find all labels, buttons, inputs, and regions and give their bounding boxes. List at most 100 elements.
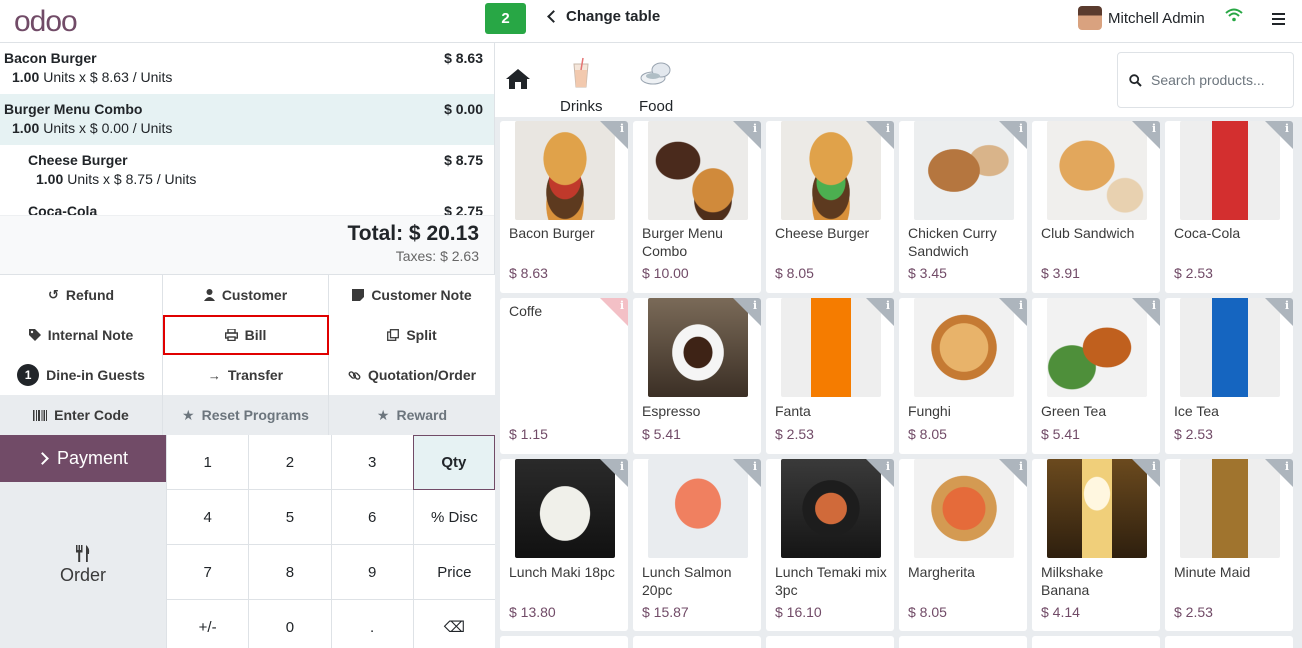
numpad-key-6[interactable]: 6	[330, 490, 413, 545]
star-icon: ★	[182, 406, 195, 423]
numpad-key-1[interactable]: 1	[166, 435, 249, 490]
numpad-key-plus-minus[interactable]: +/-	[166, 600, 249, 648]
numpad-key-7[interactable]: 7	[166, 545, 249, 600]
product-card[interactable]	[1165, 636, 1293, 648]
search-box[interactable]	[1117, 52, 1294, 108]
product-card[interactable]: i Burger Menu Combo $ 10.00	[633, 121, 761, 293]
info-icon[interactable]: i	[753, 122, 757, 135]
user-name: Mitchell Admin	[1108, 9, 1205, 27]
cutlery-icon	[76, 544, 90, 562]
refund-button[interactable]: ↺ Refund	[0, 275, 163, 315]
order-total: Total: $ 20.13	[347, 222, 480, 245]
product-card[interactable]: i Ice Tea $ 2.53	[1165, 298, 1293, 454]
table-number-badge[interactable]: 2	[485, 3, 526, 34]
avatar	[1078, 6, 1102, 30]
arrow-right-icon: →	[207, 367, 221, 383]
drink-icon	[573, 57, 589, 88]
info-icon[interactable]: i	[1285, 122, 1289, 135]
product-card[interactable]: i Bacon Burger $ 8.63	[500, 121, 628, 293]
numpad-key-5[interactable]: 5	[248, 490, 331, 545]
order-line[interactable]: Coca-Cola $ 2.75	[0, 196, 494, 215]
numpad-key-3[interactable]: 3	[330, 435, 413, 490]
customer-button[interactable]: Customer	[163, 275, 329, 315]
product-card[interactable]: i Lunch Maki 18pc $ 13.80	[500, 459, 628, 631]
product-card[interactable]: i Funghi $ 8.05	[899, 298, 1027, 454]
undo-icon: ↺	[47, 287, 59, 302]
product-card[interactable]: i Coca-Cola $ 2.53	[1165, 121, 1293, 293]
info-icon[interactable]: i	[886, 299, 890, 312]
numpad-key-4[interactable]: 4	[166, 490, 249, 545]
info-icon[interactable]: i	[886, 460, 890, 473]
product-card[interactable]: i Lunch Salmon 20pc $ 15.87	[633, 459, 761, 631]
numpad-key-0[interactable]: 0	[248, 600, 331, 648]
order-lines[interactable]: Bacon Burger $ 8.63 1.00 Units x $ 8.63 /…	[0, 43, 494, 215]
numpad-key-8[interactable]: 8	[248, 545, 331, 600]
numpad-key-decimal[interactable]: .	[330, 600, 413, 648]
user-icon	[203, 289, 215, 301]
product-card[interactable]: i Club Sandwich $ 3.91	[1032, 121, 1160, 293]
order-line[interactable]: Burger Menu Combo $ 0.00 1.00 Units x $ 0…	[0, 94, 494, 145]
payment-area: Payment Order 1 2 3 Qty 4 5 6 % Disc 7 8…	[0, 435, 495, 648]
info-icon[interactable]: i	[886, 122, 890, 135]
product-card[interactable]: i Chicken Curry Sandwich $ 3.45	[899, 121, 1027, 293]
info-icon[interactable]: i	[620, 122, 624, 135]
order-taxes: Taxes: $ 2.63	[395, 248, 479, 264]
home-icon[interactable]	[505, 68, 531, 90]
category-drinks[interactable]: Drinks	[560, 56, 603, 115]
numpad-mode-qty[interactable]: Qty	[412, 435, 495, 490]
info-icon[interactable]: i	[1152, 299, 1156, 312]
wifi-icon	[1225, 8, 1243, 22]
enter-code-button[interactable]: Enter Code	[0, 395, 163, 435]
change-table-button[interactable]: Change table	[545, 8, 660, 25]
product-panel: Drinks Food i Bacon Burger $ 8.63 i Burg…	[495, 43, 1302, 648]
product-card[interactable]: i Lunch Temaki mix 3pc $ 16.10	[766, 459, 894, 631]
product-card[interactable]	[766, 636, 894, 648]
numpad-mode-price[interactable]: Price	[412, 545, 495, 600]
info-icon[interactable]: i	[1285, 299, 1289, 312]
numpad-key-9[interactable]: 9	[330, 545, 413, 600]
product-card[interactable]: i Fanta $ 2.53	[766, 298, 894, 454]
product-card[interactable]	[633, 636, 761, 648]
transfer-button[interactable]: → Transfer	[163, 355, 329, 395]
backspace-icon[interactable]: ⌫	[412, 600, 495, 648]
chevron-right-icon	[36, 452, 49, 465]
info-icon[interactable]: i	[1019, 460, 1023, 473]
internal-note-button[interactable]: Internal Note	[0, 315, 163, 355]
info-icon[interactable]: i	[753, 299, 757, 312]
product-card[interactable]: i Green Tea $ 5.41	[1032, 298, 1160, 454]
info-icon[interactable]: i	[1019, 299, 1023, 312]
customer-note-button[interactable]: Customer Note	[329, 275, 495, 315]
quotation-order-button[interactable]: Quotation/Order	[329, 355, 495, 395]
category-food[interactable]: Food	[639, 56, 673, 115]
order-line[interactable]: Bacon Burger $ 8.63 1.00 Units x $ 8.63 /…	[0, 43, 494, 94]
product-card[interactable]	[1032, 636, 1160, 648]
note-icon	[352, 289, 365, 301]
info-icon[interactable]: i	[620, 460, 624, 473]
hamburger-menu-icon[interactable]	[1272, 13, 1285, 28]
split-button[interactable]: Split	[329, 315, 495, 355]
info-icon[interactable]: i	[1152, 460, 1156, 473]
payment-button[interactable]: Payment	[0, 435, 166, 482]
product-card[interactable]: i Milkshake Banana $ 4.14	[1032, 459, 1160, 631]
reward-button[interactable]: ★ Reward	[329, 395, 495, 435]
product-card[interactable]: i Cheese Burger $ 8.05	[766, 121, 894, 293]
info-icon[interactable]: i	[1285, 460, 1289, 473]
dine-in-guests-button[interactable]: 1 Dine-in Guests	[0, 355, 163, 395]
order-button[interactable]: Order	[0, 482, 166, 648]
bill-button[interactable]: Bill	[163, 315, 329, 355]
info-icon[interactable]: i	[753, 460, 757, 473]
info-icon[interactable]: i	[1152, 122, 1156, 135]
search-input[interactable]	[1151, 72, 1281, 88]
product-card[interactable]: i Espresso $ 5.41	[633, 298, 761, 454]
product-card[interactable]: i Margherita $ 8.05	[899, 459, 1027, 631]
product-card[interactable]: i Coffe $ 1.15	[500, 298, 628, 454]
product-card[interactable]	[899, 636, 1027, 648]
info-icon[interactable]: i	[1019, 122, 1023, 135]
user-menu[interactable]: Mitchell Admin	[1078, 6, 1205, 30]
reset-programs-button[interactable]: ★ Reset Programs	[163, 395, 329, 435]
numpad-mode-disc[interactable]: % Disc	[412, 490, 495, 545]
order-line[interactable]: Cheese Burger $ 8.75 1.00 Units x $ 8.75 …	[0, 145, 494, 196]
numpad-key-2[interactable]: 2	[248, 435, 331, 490]
product-card[interactable]: i Minute Maid $ 2.53	[1165, 459, 1293, 631]
product-card[interactable]	[500, 636, 628, 648]
